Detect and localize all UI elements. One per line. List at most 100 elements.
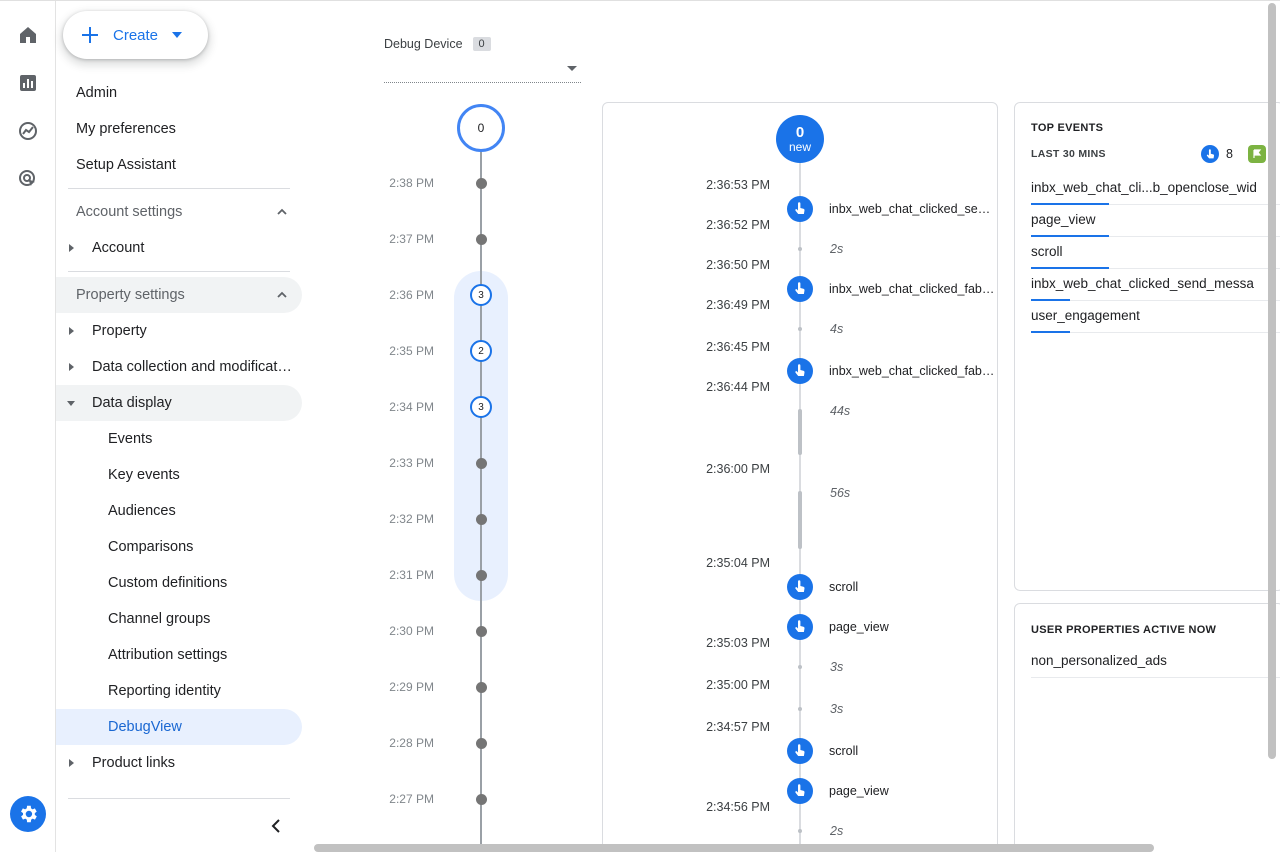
top-event-name: scroll [1031, 244, 1063, 259]
nav-attribution-settings[interactable]: Attribution settings [56, 637, 302, 673]
nav-debugview[interactable]: DebugView [56, 709, 302, 745]
event-timestamp: 2:36:52 PM [706, 218, 770, 232]
minute-time: 2:38 PM [389, 176, 434, 190]
top-event-name: user_engagement [1031, 308, 1140, 323]
seconds-stream-panel: 0 new 2:36:53 PM inbx_web_chat_clicked_s… [602, 102, 998, 852]
nav-audiences-label: Audiences [108, 503, 176, 519]
minute-row[interactable]: 2:31 PM [372, 565, 512, 585]
new-events-count: 0 [795, 123, 805, 141]
nav-setup-assistant[interactable]: Setup Assistant [56, 147, 302, 183]
stream-event[interactable]: scroll [787, 574, 997, 600]
minute-row[interactable]: 2:34 PM 3 [372, 396, 512, 418]
minute-row[interactable]: 2:33 PM [372, 453, 512, 473]
chevron-up-icon [277, 208, 287, 215]
advertising-icon[interactable] [16, 167, 40, 191]
nav-key-events-label: Key events [108, 467, 180, 483]
gap-dot [798, 829, 802, 833]
collapse-nav-chevron-icon[interactable] [266, 816, 286, 836]
minute-dot [476, 682, 487, 693]
nav-audiences[interactable]: Audiences [56, 493, 302, 529]
app-root: Create Admin My preferences Setup Assist… [0, 0, 1280, 852]
explore-icon[interactable] [16, 119, 40, 143]
expand-arrow-icon [69, 363, 74, 371]
minute-row[interactable]: 2:30 PM [372, 621, 512, 641]
stream-event[interactable]: inbx_web_chat_clicked_se… [787, 196, 997, 222]
minute-row[interactable]: 2:36 PM 3 [372, 284, 512, 306]
nav-property-label: Property [92, 323, 147, 339]
touch-event-icon [787, 196, 813, 222]
nav-setup-assistant-label: Setup Assistant [76, 157, 176, 173]
event-name: page_view [829, 784, 889, 798]
debug-device-label: Debug Device [384, 37, 463, 51]
nav-product-links[interactable]: Product links [56, 745, 302, 781]
nav-admin[interactable]: Admin [56, 75, 302, 111]
time-gap: 3s [830, 660, 844, 674]
expand-arrow-icon [69, 327, 74, 335]
flag-icon[interactable] [1248, 145, 1266, 163]
user-properties-title: USER PROPERTIES ACTIVE NOW [1031, 624, 1217, 636]
minute-time: 2:28 PM [389, 736, 434, 750]
debugview-main: Debug Device 0 0 2:38 PM 2:37 PM 2:36 PM… [312, 1, 1280, 852]
nav-account-settings-header[interactable]: Account settings [56, 194, 302, 230]
nav-my-preferences[interactable]: My preferences [56, 111, 302, 147]
nav-events[interactable]: Events [56, 421, 302, 457]
debug-device-select[interactable] [384, 61, 581, 83]
plus-icon [82, 27, 98, 43]
touch-event-icon [787, 738, 813, 764]
minute-row[interactable]: 2:38 PM [372, 173, 512, 193]
minute-dot [476, 178, 487, 189]
nav-data-collection[interactable]: Data collection and modificat… [56, 349, 302, 385]
top-event-row[interactable]: inbx_web_chat_clicked_send_messa [1031, 269, 1280, 301]
new-events-label: new [788, 139, 811, 154]
minute-time: 2:33 PM [389, 456, 434, 470]
horizontal-scrollbar[interactable] [314, 844, 1154, 852]
stream-event[interactable]: page_view [787, 614, 997, 640]
stream-event[interactable]: page_view [787, 778, 997, 804]
nav-comparisons[interactable]: Comparisons [56, 529, 302, 565]
touch-event-icon [1201, 145, 1219, 163]
top-event-row[interactable]: scroll [1031, 237, 1280, 269]
create-label: Create [113, 26, 159, 44]
admin-gear-icon[interactable] [10, 796, 46, 832]
minute-time: 2:34 PM [389, 400, 434, 414]
nav-channel-groups[interactable]: Channel groups [56, 601, 302, 637]
minute-row[interactable]: 2:35 PM 2 [372, 340, 512, 362]
nav-property-settings-header[interactable]: Property settings [56, 277, 302, 313]
minute-row[interactable]: 2:27 PM [372, 789, 512, 809]
minute-row[interactable]: 2:37 PM [372, 229, 512, 249]
new-events-badge[interactable]: 0 new [776, 115, 824, 163]
stream-event[interactable]: inbx_web_chat_clicked_fab… [787, 276, 997, 302]
time-gap: 3s [830, 702, 844, 716]
nav-debugview-label: DebugView [108, 719, 182, 735]
nav-key-events[interactable]: Key events [56, 457, 302, 493]
stream-event[interactable]: inbx_web_chat_clicked_fab… [787, 358, 997, 384]
event-timestamp: 2:36:00 PM [706, 462, 770, 476]
event-timestamp: 2:35:04 PM [706, 556, 770, 570]
top-event-row[interactable]: page_view [1031, 205, 1280, 237]
nav-property[interactable]: Property [56, 313, 302, 349]
minute-row[interactable]: 2:29 PM [372, 677, 512, 697]
debug-device-count-badge: 0 [472, 37, 491, 51]
user-property-row[interactable]: non_personalized_ads [1031, 646, 1280, 678]
nav-events-label: Events [108, 431, 153, 447]
nav-custom-definitions[interactable]: Custom definitions [56, 565, 302, 601]
create-button[interactable]: Create [63, 11, 208, 59]
stream-event[interactable]: scroll [787, 738, 997, 764]
reports-icon[interactable] [16, 71, 40, 95]
user-property-name: non_personalized_ads [1031, 653, 1167, 668]
top-event-name: page_view [1031, 212, 1096, 227]
nav-my-preferences-label: My preferences [76, 121, 176, 137]
top-event-row[interactable]: inbx_web_chat_cli...b_openclose_wid [1031, 173, 1280, 205]
top-event-row[interactable]: user_engagement [1031, 301, 1280, 333]
nav-reporting-identity[interactable]: Reporting identity [56, 673, 302, 709]
dropdown-arrow-icon [172, 32, 183, 38]
event-timestamp: 2:36:49 PM [706, 298, 770, 312]
nav-data-display[interactable]: Data display [56, 385, 302, 421]
event-name: page_view [829, 620, 889, 634]
nav-account[interactable]: Account [56, 230, 302, 266]
minute-row[interactable]: 2:32 PM [372, 509, 512, 529]
minute-row[interactable]: 2:28 PM [372, 733, 512, 753]
home-icon[interactable] [16, 23, 40, 47]
event-timestamp: 2:36:45 PM [706, 340, 770, 354]
vertical-scrollbar[interactable] [1268, 3, 1276, 759]
